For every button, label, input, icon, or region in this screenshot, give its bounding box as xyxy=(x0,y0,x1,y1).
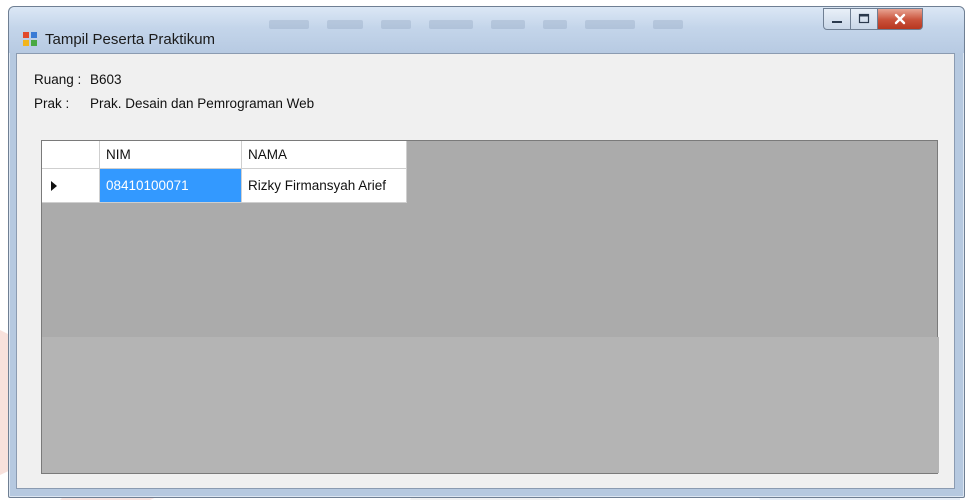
minimize-icon xyxy=(832,21,842,23)
maximize-icon xyxy=(858,13,870,24)
prak-label: Prak : xyxy=(34,96,70,111)
peserta-data-grid[interactable]: NIM NAMA 08410100071 Rizky Firmansyah Ar… xyxy=(41,140,939,474)
ruang-label: Ruang : xyxy=(34,72,82,87)
cell-nama[interactable]: Rizky Firmansyah Arief xyxy=(242,169,407,203)
column-header-nim[interactable]: NIM xyxy=(100,141,242,169)
window-title: Tampil Peserta Praktikum xyxy=(45,31,216,48)
close-button[interactable] xyxy=(877,8,923,30)
main-window: Tampil Peserta Praktikum Ruang : B603 Pr… xyxy=(8,6,965,498)
page: Tampil Peserta Praktikum Ruang : B603 Pr… xyxy=(0,0,967,502)
row-selector[interactable] xyxy=(42,169,100,203)
row-header-corner[interactable] xyxy=(42,141,100,169)
grid-header-row: NIM NAMA xyxy=(42,141,407,169)
maximize-button[interactable] xyxy=(850,8,878,30)
prak-value: Prak. Desain dan Pemrograman Web xyxy=(90,96,315,111)
table-row[interactable]: 08410100071 Rizky Firmansyah Arief xyxy=(42,169,407,203)
background-menu-ghost xyxy=(269,16,789,29)
row-arrow-icon xyxy=(51,180,57,191)
form-window-icon xyxy=(23,32,37,46)
form-client-area: Ruang : B603 Prak : Prak. Desain dan Pem… xyxy=(16,53,955,489)
minimize-button[interactable] xyxy=(823,8,851,30)
grid-lower-area xyxy=(42,337,939,473)
close-icon xyxy=(894,13,906,25)
column-header-nama[interactable]: NAMA xyxy=(242,141,407,169)
ruang-value: B603 xyxy=(90,72,122,87)
title-bar[interactable]: Tampil Peserta Praktikum xyxy=(9,7,964,53)
cell-nim[interactable]: 08410100071 xyxy=(100,169,242,203)
